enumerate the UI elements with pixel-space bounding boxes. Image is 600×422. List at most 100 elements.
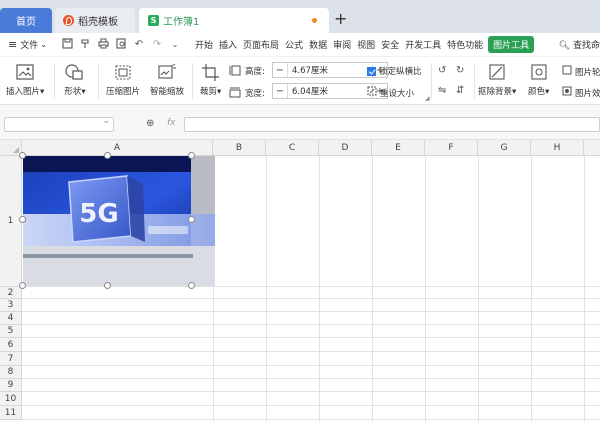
row-header-10[interactable]: 10	[0, 392, 22, 406]
column-header-c[interactable]: C	[266, 140, 319, 156]
column-header-g[interactable]: G	[478, 140, 531, 156]
resize-handle-top[interactable]	[104, 152, 111, 159]
menu-special-features[interactable]: 特色功能	[444, 38, 486, 51]
resize-handle-bottom-left[interactable]	[19, 282, 26, 289]
insert-picture-button[interactable]: 插入图片▾	[6, 63, 44, 97]
menu-review[interactable]: 审阅	[330, 38, 354, 51]
chevron-down-icon: ⌄	[40, 40, 47, 49]
column-gridline	[372, 156, 373, 422]
fx-icon[interactable]: fx	[167, 118, 176, 128]
formula-input[interactable]	[184, 117, 600, 132]
tab-template[interactable]: 稻壳模板	[55, 8, 135, 33]
column-header-e[interactable]: E	[372, 140, 425, 156]
lock-aspect-ratio-checkbox[interactable]: 锁定纵横比	[367, 65, 422, 77]
save-icon[interactable]	[58, 37, 76, 52]
row-gridline	[22, 405, 600, 406]
height-value[interactable]: 4.67厘米	[287, 63, 373, 77]
ribbon-separator	[431, 63, 432, 99]
dropdown-arrow-icon: ▾	[217, 87, 222, 97]
search-command[interactable]: 🔍︎ 查找命	[559, 38, 600, 51]
column-header-b[interactable]: B	[213, 140, 266, 156]
resize-handle-bottom[interactable]	[104, 282, 111, 289]
customize-toolbar-icon[interactable]: ⌄	[166, 40, 184, 49]
row-header-9[interactable]: 9	[0, 379, 22, 392]
resize-handle-left[interactable]	[19, 216, 26, 223]
row-header-6[interactable]: 6	[0, 338, 22, 352]
inserted-5g-picture[interactable]: 5G	[23, 156, 215, 286]
dropdown-arrow-icon: ▾	[545, 87, 550, 97]
menu-formula[interactable]: 公式	[282, 38, 306, 51]
menu-security[interactable]: 安全	[378, 38, 402, 51]
name-box[interactable]	[4, 116, 114, 132]
row-header-2[interactable]: 2	[0, 287, 22, 299]
print-preview-icon[interactable]	[112, 37, 130, 52]
insert-picture-label: 插入图片	[6, 87, 41, 97]
shape-label: 形状	[64, 87, 82, 97]
5g-sign-photo: 5G	[23, 156, 215, 286]
unsaved-dot-icon[interactable]	[312, 18, 317, 23]
row-header-5[interactable]: 5	[0, 325, 22, 338]
search-icon: 🔍︎	[558, 41, 571, 51]
smart-zoom-icon	[158, 63, 176, 79]
row-gridline	[22, 419, 600, 420]
compress-picture-button[interactable]: 压缩图片	[106, 63, 140, 97]
flip-horizontal-icon[interactable]: ⇋	[438, 85, 446, 96]
menu-page-layout[interactable]: 页面布局	[240, 38, 282, 51]
picture-effects-button[interactable]: 图片效	[562, 86, 600, 99]
column-header-d[interactable]: D	[319, 140, 372, 156]
undo-icon[interactable]: ↶	[130, 39, 148, 50]
remove-background-button[interactable]: 抠除背景▾	[478, 63, 516, 97]
column-gridline	[425, 156, 426, 422]
column-header-f[interactable]: F	[425, 140, 478, 156]
row-header-8[interactable]: 8	[0, 366, 22, 379]
flip-vertical-icon[interactable]: ⇵	[456, 85, 464, 96]
dialog-launcher-icon[interactable]: ◢	[425, 95, 430, 102]
menu-start[interactable]: 开始	[192, 38, 216, 51]
color-label: 颜色	[528, 87, 546, 97]
width-value[interactable]: 6.04厘米	[287, 84, 373, 98]
reset-size-icon	[367, 86, 377, 99]
column-header-a[interactable]: A	[22, 140, 213, 156]
column-gridline	[266, 156, 267, 422]
crop-button[interactable]: 裁剪▾	[200, 63, 221, 97]
row-header-7[interactable]: 7	[0, 352, 22, 366]
resize-handle-right[interactable]	[188, 216, 195, 223]
decrease-width-button[interactable]: −	[273, 86, 287, 97]
resize-handle-top-right[interactable]	[188, 152, 195, 159]
menu-view[interactable]: 视图	[354, 38, 378, 51]
row-header-3[interactable]: 3	[0, 299, 22, 312]
resize-handle-top-left[interactable]	[19, 152, 26, 159]
new-tab-button[interactable]: +	[334, 9, 347, 28]
color-button[interactable]: 颜色▾	[528, 63, 549, 97]
smart-zoom-button[interactable]: 智能缩放	[150, 63, 184, 97]
reset-size-button[interactable]: 重设大小	[367, 86, 414, 99]
picture-outline-button[interactable]: 图片轮	[562, 65, 600, 78]
menu-picture-tools[interactable]: 图片工具	[488, 36, 535, 53]
picture-effects-label: 图片效	[575, 88, 600, 99]
column-header-partial[interactable]	[584, 140, 600, 156]
row-gridline	[22, 365, 600, 366]
rotate-left-icon[interactable]: ↺	[438, 65, 446, 76]
spreadsheet-grid[interactable]: A B C D E F G H 1 2 3 4 5 6 7 8 9 10 11	[0, 140, 600, 422]
column-header-h[interactable]: H	[531, 140, 584, 156]
redo-icon[interactable]: ↷	[148, 39, 166, 50]
shape-icon	[65, 64, 83, 80]
tab-workbook[interactable]: S 工作簿1	[139, 8, 329, 33]
row-header-11[interactable]: 11	[0, 406, 22, 420]
shape-button[interactable]: 形状▾	[64, 63, 86, 97]
row-header-4[interactable]: 4	[0, 312, 22, 325]
decrease-height-button[interactable]: −	[273, 65, 287, 76]
print-icon[interactable]	[94, 38, 112, 52]
resize-handle-bottom-right[interactable]	[188, 282, 195, 289]
rotate-right-icon[interactable]: ↻	[456, 65, 464, 76]
tab-home[interactable]: 首页	[0, 8, 52, 33]
menu-data[interactable]: 数据	[306, 38, 330, 51]
menu-insert[interactable]: 插入	[216, 38, 240, 51]
zoom-icon[interactable]: ⊕	[146, 118, 154, 129]
width-label: 宽度:	[245, 89, 265, 99]
format-painter-icon[interactable]	[76, 38, 94, 52]
file-menu-button[interactable]: ≡ 文件 ⌄	[0, 38, 58, 51]
menu-developer[interactable]: 开发工具	[402, 38, 444, 51]
dropdown-arrow-icon: ▾	[512, 87, 517, 97]
row-gridline	[22, 351, 600, 352]
